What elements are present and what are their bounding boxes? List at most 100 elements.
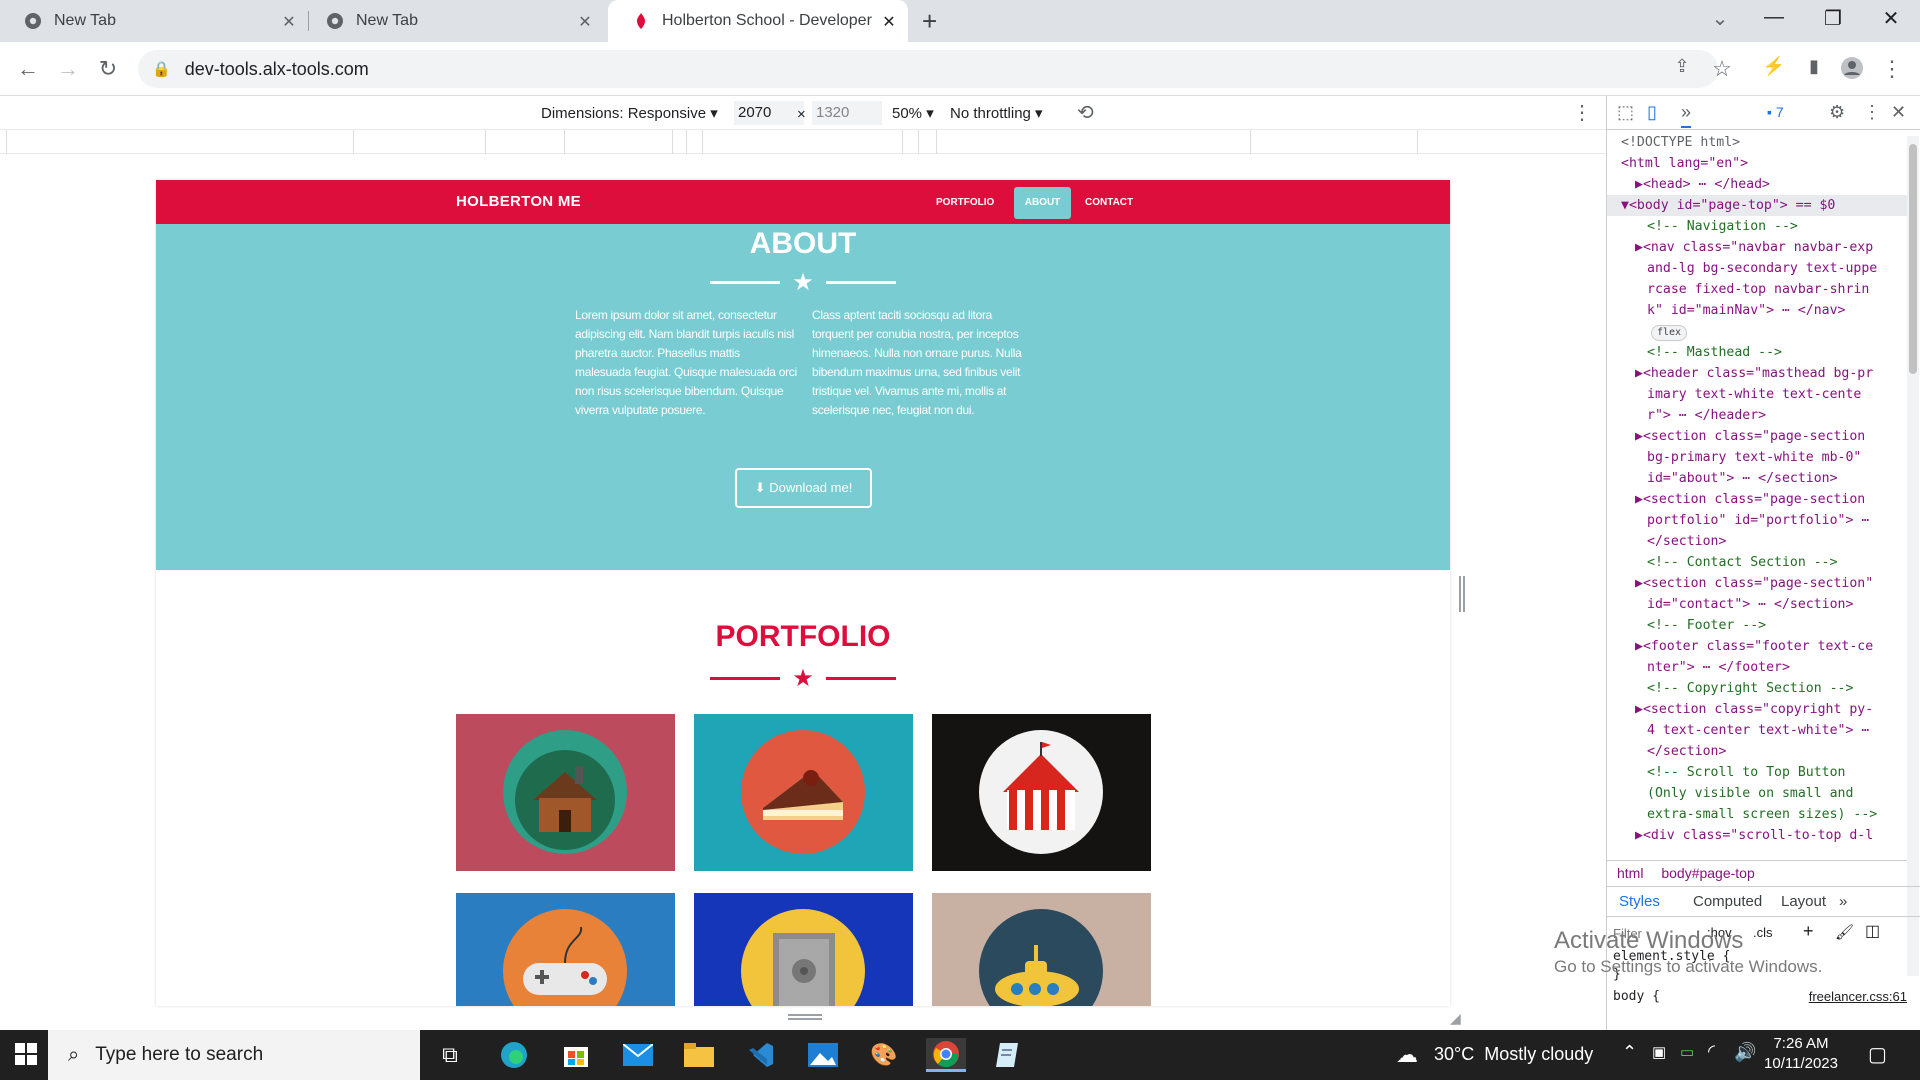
dom-node-line[interactable]: ▶<head> ⋯ </head> [1607,174,1907,195]
edge-icon[interactable] [494,1038,534,1072]
dom-node-line[interactable]: ▶<header class="masthead bg-pr [1607,363,1907,384]
dom-node-line[interactable]: ▼<body id="page-top"> == $0 [1607,195,1907,216]
rotate-icon[interactable]: ⟲ [1077,100,1094,125]
dom-node-line[interactable]: ▶<section class="page-section [1607,489,1907,510]
zoom-select[interactable]: 50% ▾ [892,104,934,122]
tab-holberton[interactable]: Holberton School - Developer to ✕ [608,0,908,42]
portfolio-item-game[interactable] [456,893,675,1006]
dom-node-line[interactable]: ▶<nav class="navbar navbar-exp [1607,237,1907,258]
device-toggle-icon[interactable]: ▯ [1647,102,1657,123]
tab-computed[interactable]: Computed [1693,893,1762,910]
windows-start-icon[interactable] [14,1042,40,1068]
paint-brush-icon[interactable]: 🖌 [1835,923,1854,941]
viewport-resize-handle-bottom[interactable] [788,1014,822,1020]
dom-node-line[interactable]: id="about"> ⋯ </section> [1607,468,1907,489]
vscode-icon[interactable] [741,1038,781,1072]
volume-icon[interactable]: 🔊 [1734,1042,1756,1063]
notepad-icon[interactable] [988,1038,1028,1072]
dom-node-line[interactable]: ▶<section class="copyright py- [1607,699,1907,720]
profile-avatar[interactable] [1838,56,1866,86]
height-input[interactable]: 1320 [812,101,882,125]
notification-icon[interactable]: ▢ [1868,1042,1887,1067]
close-devtools-icon[interactable]: ✕ [1891,102,1906,123]
side-panel-icon[interactable]: ▮ [1800,56,1828,77]
dom-node-line[interactable]: flex [1607,321,1907,342]
new-tab-button[interactable]: + [922,6,937,37]
dom-node-line[interactable]: </section> [1607,741,1907,762]
dom-node-line[interactable]: bg-primary text-white mb-0" [1607,447,1907,468]
clock[interactable]: 7:26 AM 10/11/2023 [1756,1034,1846,1074]
dom-tree-scrollbar[interactable] [1907,136,1919,976]
viewport-resize-handle-right[interactable] [1459,576,1465,612]
weather-text[interactable]: 30°C Mostly cloudy [1434,1044,1593,1065]
dom-node-line[interactable]: 4 text-center text-white"> ⋯ [1607,720,1907,741]
extension-icon[interactable]: ⚡ [1760,56,1788,77]
dom-node-line[interactable]: k" id="mainNav"> ⋯ </nav> [1607,300,1907,321]
portfolio-item-safe[interactable] [694,893,913,1006]
share-icon[interactable]: ⇪ [1668,56,1696,77]
dom-node-line[interactable]: nter"> ⋯ </footer> [1607,657,1907,678]
more-style-tabs-icon[interactable]: » [1839,893,1847,910]
mail-icon[interactable] [618,1038,658,1072]
taskbar-search-box[interactable]: ⌕ Type here to search [48,1030,420,1080]
dom-node-line[interactable]: <!-- Footer --> [1607,615,1907,636]
dom-node-line[interactable]: <html lang="en"> [1607,153,1907,174]
dom-node-line[interactable]: <!-- Masthead --> [1607,342,1907,363]
site-brand-link[interactable]: HOLBERTON ME [456,193,581,210]
nav-link-contact[interactable]: CONTACT [1075,187,1143,219]
more-tabs-icon[interactable]: » [1681,102,1692,128]
dom-node-line[interactable]: <!DOCTYPE html> [1607,132,1907,153]
tray-chevron-up-icon[interactable]: ⌃ [1622,1042,1637,1063]
battery-icon[interactable]: ▭ [1680,1043,1694,1061]
width-input[interactable]: 2070 [734,101,804,125]
dom-node-line[interactable]: <!-- Copyright Section --> [1607,678,1907,699]
dom-node-line[interactable]: </section> [1607,531,1907,552]
paint-icon[interactable]: 🎨 [864,1038,904,1072]
dom-node-line[interactable]: ▶<section class="page-section" [1607,573,1907,594]
file-explorer-icon[interactable] [679,1038,719,1072]
dom-node-line[interactable]: id="contact"> ⋯ </section> [1607,594,1907,615]
dom-node-line[interactable]: (Only visible on small and [1607,783,1907,804]
microsoft-store-icon[interactable] [556,1038,596,1072]
throttling-select[interactable]: No throttling ▾ [950,104,1043,122]
issues-badge[interactable]: ▪ 7 [1767,104,1784,120]
media-query-ruler[interactable] [0,130,1606,154]
reload-icon[interactable]: ↻ [94,56,122,82]
dom-node-line[interactable]: rcase fixed-top navbar-shrin [1607,279,1907,300]
tab-new-tab-2[interactable]: New Tab ✕ [302,0,604,42]
dom-node-line[interactable]: portfolio" id="portfolio"> ⋯ [1607,510,1907,531]
dom-node-line[interactable]: imary text-white text-cente [1607,384,1907,405]
photos-icon[interactable] [803,1038,843,1072]
body-rule-source-link[interactable]: freelancer.css:61 [1809,988,1907,1006]
minimize-button[interactable]: — [1754,6,1794,29]
portfolio-item-circus[interactable] [932,714,1151,871]
chrome-menu-icon[interactable]: ⋮ [1878,56,1906,82]
tab-layout[interactable]: Layout [1781,893,1826,910]
dom-node-line[interactable]: <!-- Navigation --> [1607,216,1907,237]
address-bar[interactable]: 🔒 dev-tools.alx-tools.com [138,50,1718,88]
tab-close-icon[interactable]: ✕ [576,12,594,32]
forward-icon[interactable]: → [54,56,82,82]
tab-search-chevron-icon[interactable]: ⌄ [1700,6,1740,31]
dom-node-line[interactable]: extra-small screen sizes) --> [1607,804,1907,825]
tab-close-icon[interactable]: ✕ [880,12,898,32]
toggle-sidebar-icon[interactable]: ◫ [1865,921,1880,941]
task-view-icon[interactable]: ⧉ [430,1038,470,1072]
tab-styles[interactable]: Styles [1619,893,1660,910]
close-window-button[interactable]: ✕ [1871,6,1911,31]
dom-node-line[interactable]: <!-- Scroll to Top Button [1607,762,1907,783]
device-toolbar-menu-icon[interactable]: ⋮ [1572,100,1592,125]
portfolio-item-cabin[interactable] [456,714,675,871]
dom-node-line[interactable]: <!-- Contact Section --> [1607,552,1907,573]
wifi-icon[interactable]: ◜ [1708,1041,1715,1062]
devtools-menu-icon[interactable]: ⋮ [1863,102,1881,123]
nav-link-portfolio[interactable]: PORTFOLIO [926,187,1004,219]
body-rule[interactable]: body { freelancer.css:61 [1613,988,1907,1006]
download-button[interactable]: ⬇ Download me! [735,468,872,508]
back-icon[interactable]: ← [14,56,42,82]
elements-dom-tree[interactable]: <!DOCTYPE html> <html lang="en"> ▶<head> ⋯… [1607,132,1907,944]
inspect-element-icon[interactable]: ⬚ [1617,102,1634,123]
dom-node-line[interactable]: ▶<div class="scroll-to-top d-l [1607,825,1907,846]
dom-node-line[interactable]: and-lg bg-secondary text-uppe [1607,258,1907,279]
tab-new-tab-1[interactable]: New Tab ✕ [0,0,308,42]
